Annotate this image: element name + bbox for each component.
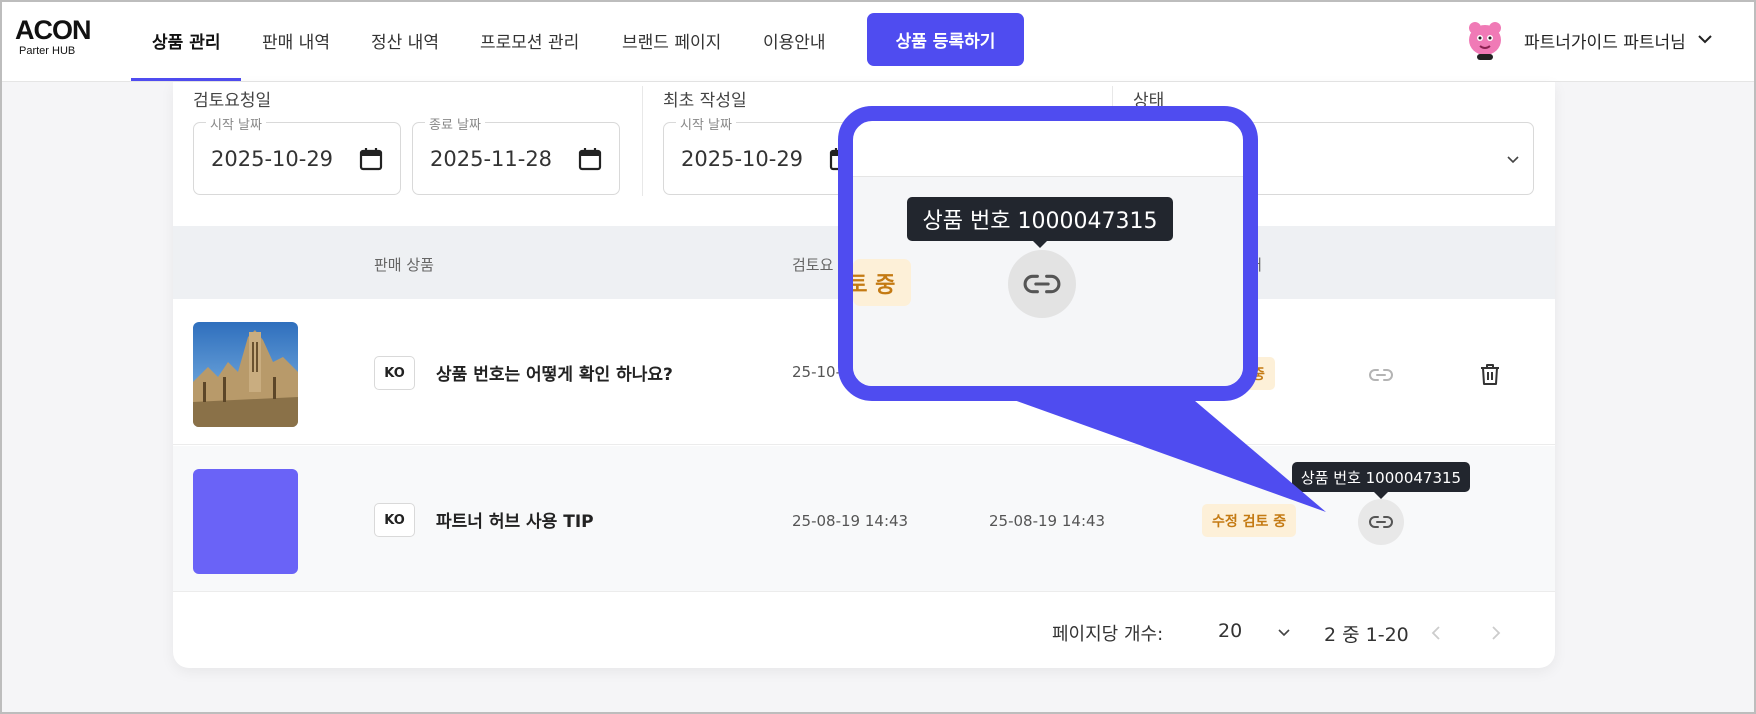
product-thumbnail[interactable] bbox=[193, 469, 298, 574]
top-navigation: ACON Parter HUB 상품 관리 판매 내역 정산 내역 프로모션 관… bbox=[0, 0, 1756, 82]
language-badge: KO bbox=[374, 503, 415, 537]
active-tab-indicator bbox=[131, 78, 241, 81]
chevron-down-icon[interactable] bbox=[1276, 624, 1292, 640]
copy-link-button[interactable] bbox=[1358, 352, 1404, 398]
product-title[interactable]: 파트너 허브 사용 TIP bbox=[436, 507, 594, 532]
nav-promotion-management[interactable]: 프로모션 관리 bbox=[480, 28, 579, 53]
review-start-date-value: 2025-10-29 bbox=[211, 147, 334, 171]
trash-icon[interactable] bbox=[1477, 361, 1503, 387]
user-avatar[interactable] bbox=[1462, 16, 1508, 62]
zoomed-status-badge: 검토 중 bbox=[853, 259, 912, 306]
created-start-date-value: 2025-10-29 bbox=[681, 147, 804, 171]
link-icon bbox=[1369, 516, 1393, 528]
nav-product-management[interactable]: 상품 관리 bbox=[152, 28, 220, 53]
chevron-down-icon[interactable] bbox=[1696, 30, 1714, 48]
link-icon bbox=[1369, 369, 1393, 381]
zoomed-product-number-tooltip: 상품 번호 1000047315 bbox=[907, 197, 1173, 248]
rows-per-page-label: 페이지당 개수: bbox=[1052, 624, 1164, 645]
nav-brand-page[interactable]: 브랜드 페이지 bbox=[622, 28, 721, 53]
user-name[interactable]: 파트너가이드 파트너님 bbox=[1524, 28, 1686, 53]
product-title[interactable]: 상품 번호는 어떻게 확인 하나요? bbox=[436, 360, 673, 385]
start-date-legend: 시작 날짜 bbox=[206, 114, 266, 133]
nav-guide[interactable]: 이용안내 bbox=[763, 28, 826, 53]
zoomed-status-text: 검토 중 bbox=[847, 272, 896, 298]
review-start-date-field[interactable]: 시작 날짜 2025-10-29 bbox=[193, 114, 401, 195]
chevron-right-icon[interactable] bbox=[1486, 624, 1504, 642]
rows-per-page-value[interactable]: 20 bbox=[1218, 620, 1242, 642]
copy-link-button[interactable] bbox=[1358, 499, 1404, 545]
register-product-button[interactable]: 상품 등록하기 bbox=[867, 13, 1024, 66]
column-header-review-requested: 검토요 bbox=[792, 256, 834, 274]
end-date-legend: 종료 날짜 bbox=[425, 114, 485, 133]
language-badge: KO bbox=[374, 356, 415, 390]
chevron-down-icon bbox=[1507, 156, 1519, 164]
review-end-date-field[interactable]: 종료 날짜 2025-11-28 bbox=[412, 114, 620, 195]
status-badge: 수정 검토 중 bbox=[1202, 504, 1297, 537]
product-thumbnail[interactable] bbox=[193, 322, 298, 427]
nav-settlement-history[interactable]: 정산 내역 bbox=[371, 28, 439, 53]
column-header-product: 판매 상품 bbox=[374, 256, 434, 274]
review-request-date-label: 검토요청일 bbox=[193, 91, 272, 111]
product-number-tooltip: 상품 번호 1000047315 bbox=[1292, 462, 1470, 499]
link-icon bbox=[1023, 274, 1061, 294]
nav-sales-history[interactable]: 판매 내역 bbox=[262, 28, 330, 53]
review-end-date-value: 2025-11-28 bbox=[430, 147, 553, 171]
first-created-date-label: 최초 작성일 bbox=[663, 91, 747, 111]
review-request-date: 25-10- bbox=[792, 363, 841, 381]
calendar-icon[interactable] bbox=[577, 146, 603, 172]
filter-divider bbox=[642, 86, 643, 196]
pagination-range: 2 중 1-20 bbox=[1324, 624, 1409, 646]
review-request-date: 25-08-19 14:43 bbox=[792, 512, 909, 530]
acon-logo[interactable]: ACON Parter HUB bbox=[15, 16, 91, 58]
start-date-legend: 시작 날짜 bbox=[676, 114, 736, 133]
logo-subtitle: Parter HUB bbox=[19, 45, 76, 57]
zoomed-copy-link-button bbox=[1008, 250, 1076, 318]
calendar-icon[interactable] bbox=[358, 146, 384, 172]
chevron-left-icon[interactable] bbox=[1428, 624, 1446, 642]
logo-brand: ACON bbox=[15, 15, 91, 45]
zoom-callout: 검토 중 상품 번호 1000047315 bbox=[838, 106, 1258, 401]
created-date: 25-08-19 14:43 bbox=[989, 512, 1106, 530]
